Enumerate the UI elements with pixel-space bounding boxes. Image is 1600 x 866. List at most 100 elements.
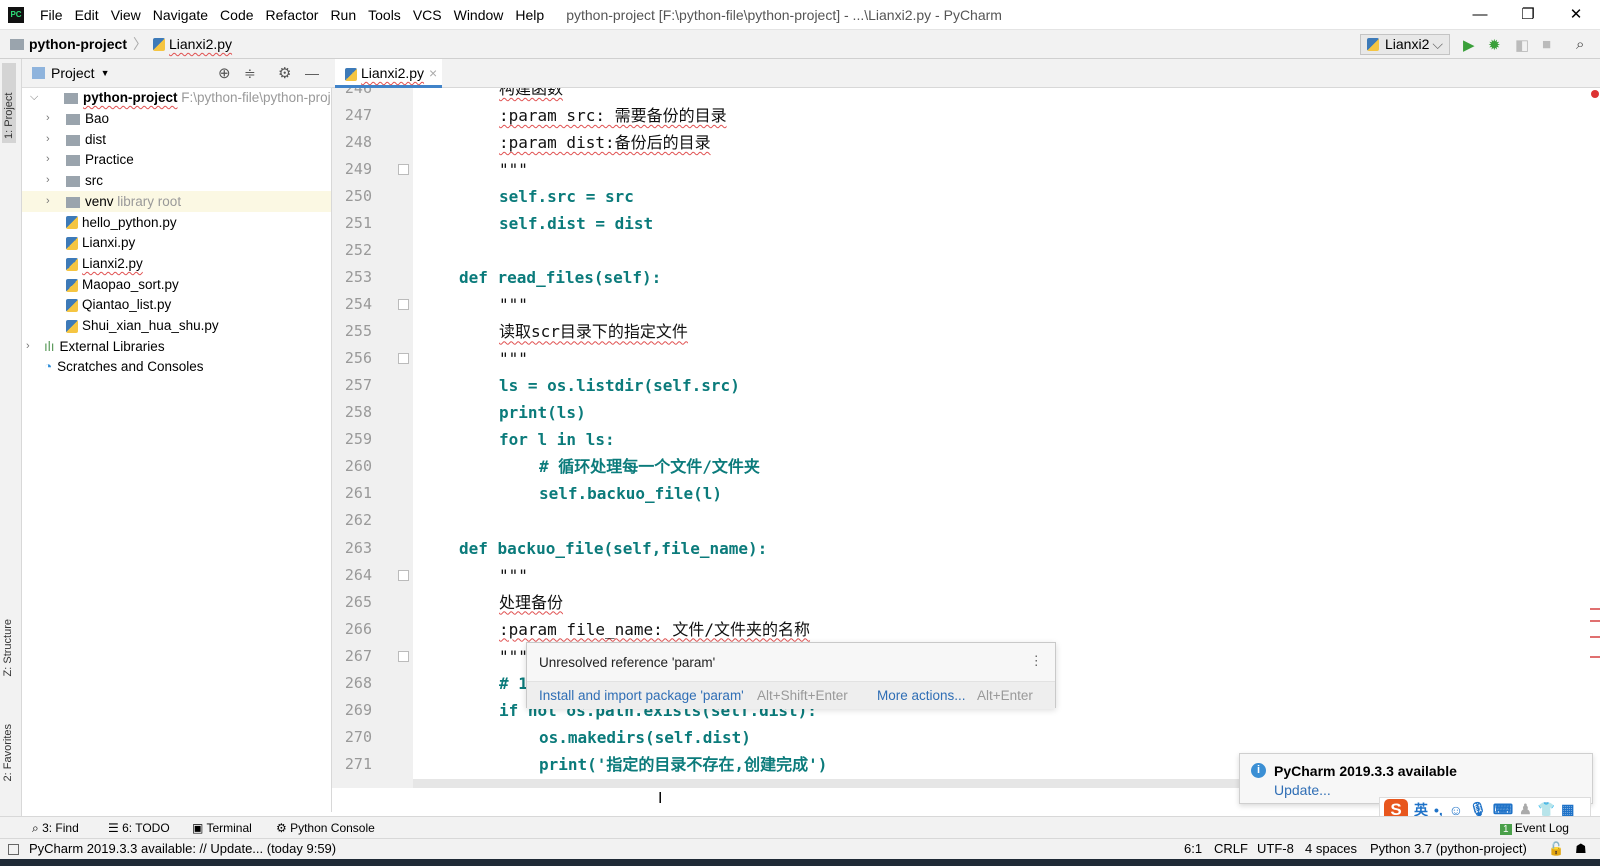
python-console-button[interactable]: ⚙ Python Console <box>276 821 375 835</box>
status-message[interactable]: PyCharm 2019.3.3 available: // Update...… <box>29 839 336 859</box>
menu-refactor[interactable]: Refactor <box>260 7 325 23</box>
python-file-icon <box>66 278 78 292</box>
lock-icon[interactable]: 🔓 <box>1548 839 1564 859</box>
more-options-icon[interactable]: ⋮ <box>1030 653 1044 669</box>
update-link[interactable]: Update... <box>1274 782 1331 798</box>
menu-code[interactable]: Code <box>214 7 259 23</box>
event-log-button[interactable]: 1 Event Log <box>1500 821 1569 835</box>
tree-item-label: Lianxi.py <box>82 235 136 251</box>
tree-external-libraries[interactable]: › ılı External Libraries <box>22 336 331 357</box>
tree-item[interactable]: Shui_xian_hua_shu.py <box>22 315 331 336</box>
interpreter-select[interactable]: Python 3.7 (python-project) <box>1370 839 1527 859</box>
todo-tool-button[interactable]: ☰ 6: TODO <box>108 821 170 835</box>
python-file-icon <box>66 299 78 313</box>
coverage-icon[interactable]: ◧ <box>1515 36 1529 54</box>
debug-icon[interactable]: ✹ <box>1488 36 1501 54</box>
python-file-icon <box>345 67 357 81</box>
tab-lianxi2[interactable]: Lianxi2.py × <box>335 59 442 88</box>
fold-marker-icon[interactable] <box>398 650 409 662</box>
install-package-action[interactable]: Install and import package 'param' <box>539 688 744 703</box>
tree-root[interactable]: ⌵ python-project F:\python-file\python-pr… <box>22 88 332 108</box>
fold-marker-icon[interactable] <box>398 353 409 365</box>
line-number: 270 <box>344 727 372 746</box>
tree-item[interactable]: Lianxi2.py <box>22 253 331 274</box>
minimize-button[interactable]: — <box>1456 0 1504 30</box>
python-file-icon <box>66 257 78 271</box>
favorites-tool-tab[interactable]: 2: Favorites <box>2 724 14 781</box>
tree-scratches[interactable]: ◔ Scratches and Consoles <box>22 356 331 377</box>
line-separator[interactable]: CRLF <box>1214 839 1248 859</box>
tree-item-label: venv <box>85 193 114 209</box>
fold-marker-icon[interactable] <box>398 569 409 581</box>
tree-item[interactable]: › Practice <box>22 149 331 170</box>
tree-item-label: Practice <box>85 152 134 168</box>
tree-item[interactable]: › venv library root <box>22 190 331 212</box>
gear-icon[interactable]: ⚙ <box>278 64 291 82</box>
menu-help[interactable]: Help <box>509 7 550 23</box>
popup-message: Unresolved reference 'param' <box>539 655 716 670</box>
left-tool-stripe: 1: Project Z: Structure 2: Favorites <box>0 59 22 838</box>
line-number: 247 <box>344 106 372 125</box>
menu-tools[interactable]: Tools <box>362 7 407 23</box>
caret-position[interactable]: 6:1 <box>1184 839 1202 859</box>
inspector-icon[interactable]: ☗ <box>1575 839 1587 859</box>
tree-item[interactable]: Qiantao_list.py <box>22 294 331 315</box>
tree-item[interactable]: hello_python.py <box>22 212 331 233</box>
menu-file[interactable]: File <box>34 7 69 23</box>
more-actions-link[interactable]: More actions... <box>877 688 966 703</box>
tree-item[interactable]: › Bao <box>22 108 331 129</box>
line-number: 268 <box>344 673 372 692</box>
tree-item[interactable]: › src <box>22 170 331 191</box>
tree-item-label: Shui_xian_hua_shu.py <box>82 318 219 333</box>
file-encoding[interactable]: UTF-8 <box>1257 839 1294 859</box>
code-line: for l in ls: <box>499 430 615 450</box>
root-path: F:\python-file\python-project <box>181 90 332 105</box>
tree-item[interactable]: › dist <box>22 129 331 150</box>
fold-marker-icon[interactable] <box>398 164 409 176</box>
folder-icon <box>64 92 78 104</box>
indent-setting[interactable]: 4 spaces <box>1305 839 1357 859</box>
run-config-select[interactable]: Lianxi2 ⌵ <box>1360 34 1450 55</box>
close-button[interactable]: ✕ <box>1552 0 1600 30</box>
find-tool-button[interactable]: ⌕ 3: Find <box>32 821 79 836</box>
tree-item-label: Bao <box>85 111 110 126</box>
project-panel-header: Project ▼ ⊕ ≑ ⚙ — <box>22 59 332 88</box>
hide-icon[interactable]: — <box>305 65 319 81</box>
maximize-button[interactable]: ❐ <box>1504 0 1552 30</box>
error-stripe[interactable] <box>1590 88 1600 788</box>
fold-marker-icon[interactable] <box>398 299 409 311</box>
status-toggle-icon[interactable] <box>8 844 19 855</box>
code-line: print(ls) <box>499 403 586 423</box>
folder-icon <box>10 38 24 50</box>
code-line: self.backuo_file(l) <box>539 484 723 504</box>
terminal-tool-button[interactable]: ▣ Terminal <box>192 821 252 835</box>
project-tool-tab[interactable]: 1: Project <box>2 63 16 143</box>
error-indicator-icon[interactable] <box>1591 90 1599 98</box>
run-icon[interactable]: ▶ <box>1463 36 1475 54</box>
breadcrumb-project[interactable]: python-project <box>29 36 127 52</box>
menu-edit[interactable]: Edit <box>69 7 105 23</box>
menu-run[interactable]: Run <box>324 7 362 23</box>
close-tab-icon[interactable]: × <box>429 65 437 81</box>
tree-item[interactable]: Maopao_sort.py <box>22 274 331 295</box>
stop-icon[interactable]: ■ <box>1542 36 1551 53</box>
project-view-select[interactable]: Project <box>51 65 95 81</box>
menu-vcs[interactable]: VCS <box>407 7 448 23</box>
code-line: def backuo_file(self,file_name): <box>459 538 768 558</box>
tree-item-label: src <box>85 173 103 189</box>
line-number: 248 <box>344 133 372 152</box>
scratches-icon: ◔ <box>44 359 53 375</box>
structure-tool-tab[interactable]: Z: Structure <box>2 619 14 676</box>
collapse-all-icon[interactable]: ≑ <box>244 65 256 82</box>
locate-icon[interactable]: ⊕ <box>218 64 231 82</box>
menu-window[interactable]: Window <box>448 7 510 23</box>
line-number: 259 <box>344 430 372 449</box>
menu-view[interactable]: View <box>105 7 147 23</box>
event-count-badge: 1 <box>1500 824 1512 835</box>
breadcrumb-file[interactable]: Lianxi2.py <box>169 36 232 52</box>
code-line: """ <box>499 295 528 315</box>
tree-item[interactable]: Lianxi.py <box>22 232 331 253</box>
code-line: :param src: 需要备份的目录 <box>499 106 727 126</box>
search-icon[interactable]: ⌕ <box>1576 36 1584 53</box>
menu-navigate[interactable]: Navigate <box>147 7 214 23</box>
